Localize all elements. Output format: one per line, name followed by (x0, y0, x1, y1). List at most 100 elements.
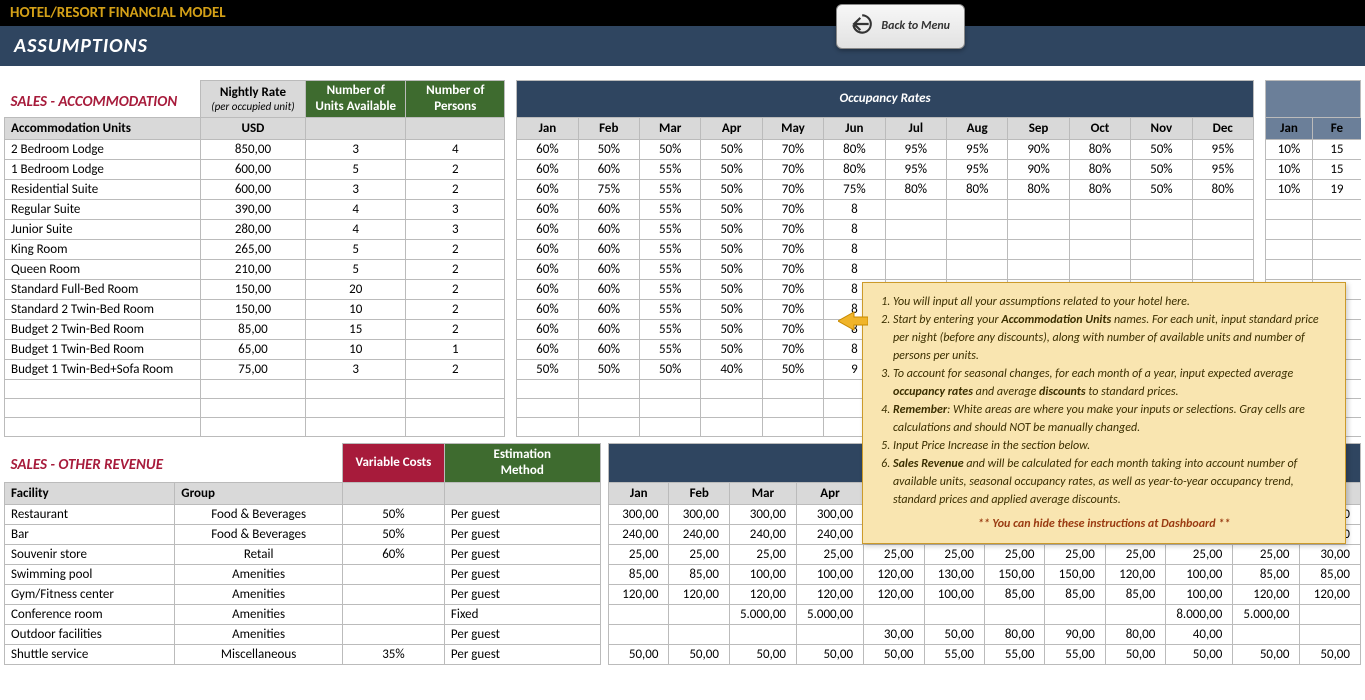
occupancy-cell[interactable]: 95% (885, 139, 946, 159)
revenue-cell[interactable]: 5.000,00 (1233, 604, 1300, 624)
variable-cost-cell[interactable]: 35% (342, 644, 444, 664)
unit-name[interactable]: 2 Bedroom Lodge (5, 139, 201, 159)
unit-name[interactable]: Residential Suite (5, 179, 201, 199)
nightly-rate-cell[interactable]: 600,00 (200, 159, 306, 179)
occupancy-cell[interactable]: 50% (701, 199, 762, 219)
occupancy-cell[interactable]: 60% (517, 139, 578, 159)
occupancy-y2-cell[interactable] (1265, 219, 1313, 239)
group-cell[interactable]: Amenities (175, 604, 343, 624)
occupancy-cell[interactable]: 50% (640, 359, 701, 379)
revenue-cell[interactable]: 40,00 (1166, 624, 1233, 644)
occupancy-cell[interactable] (885, 259, 946, 279)
revenue-cell[interactable]: 8.000,00 (1166, 604, 1233, 624)
revenue-cell[interactable]: 25,00 (669, 544, 729, 564)
revenue-cell[interactable]: 120,00 (669, 584, 729, 604)
revenue-cell[interactable] (984, 604, 1044, 624)
occupancy-cell[interactable] (1192, 239, 1253, 259)
occupancy-cell[interactable]: 40% (701, 359, 762, 379)
occupancy-cell[interactable]: 55% (640, 219, 701, 239)
variable-cost-cell[interactable] (342, 584, 444, 604)
occupancy-cell[interactable]: 90% (1008, 139, 1069, 159)
units-cell[interactable]: 3 (306, 359, 406, 379)
persons-cell[interactable]: 2 (406, 259, 505, 279)
occupancy-cell[interactable]: 80% (1069, 139, 1130, 159)
occupancy-cell[interactable]: 80% (1069, 179, 1130, 199)
units-cell[interactable]: 4 (306, 219, 406, 239)
persons-cell[interactable]: 3 (406, 199, 505, 219)
variable-cost-cell[interactable] (342, 624, 444, 644)
occupancy-cell[interactable]: 60% (578, 339, 639, 359)
revenue-cell[interactable]: 30,00 (864, 624, 924, 644)
revenue-cell[interactable]: 55,00 (924, 644, 984, 664)
persons-cell[interactable]: 2 (406, 159, 505, 179)
facility-cell[interactable]: Conference room (5, 604, 175, 624)
revenue-cell[interactable]: 130,00 (924, 564, 984, 584)
facility-cell[interactable]: Restaurant (5, 504, 175, 524)
revenue-cell[interactable]: 240,00 (797, 524, 864, 544)
revenue-cell[interactable]: 100,00 (924, 584, 984, 604)
variable-cost-cell[interactable]: 50% (342, 524, 444, 544)
revenue-cell[interactable]: 50,00 (1166, 644, 1233, 664)
occupancy-cell[interactable]: 60% (517, 159, 578, 179)
occupancy-cell[interactable]: 55% (640, 299, 701, 319)
group-cell[interactable]: Retail (175, 544, 343, 564)
revenue-cell[interactable] (1233, 624, 1300, 644)
occupancy-cell[interactable]: 70% (762, 199, 823, 219)
occupancy-cell[interactable]: 50% (578, 359, 639, 379)
occupancy-cell[interactable] (946, 239, 1007, 259)
occupancy-y2-cell[interactable] (1313, 199, 1361, 219)
occupancy-cell[interactable] (946, 199, 1007, 219)
occupancy-y2-cell[interactable] (1265, 259, 1313, 279)
revenue-cell[interactable]: 85,00 (1233, 564, 1300, 584)
occupancy-cell[interactable]: 95% (946, 139, 1007, 159)
occupancy-y2-cell[interactable] (1265, 239, 1313, 259)
group-cell[interactable]: Food & Beverages (175, 524, 343, 544)
units-cell[interactable]: 5 (306, 239, 406, 259)
revenue-cell[interactable] (1105, 604, 1165, 624)
nightly-rate-cell[interactable]: 85,00 (200, 319, 306, 339)
occupancy-cell[interactable]: 50% (701, 219, 762, 239)
occupancy-cell[interactable]: 70% (762, 219, 823, 239)
estimation-cell[interactable]: Per guest (444, 504, 600, 524)
units-cell[interactable]: 3 (306, 139, 406, 159)
revenue-cell[interactable]: 120,00 (864, 564, 924, 584)
units-cell[interactable]: 4 (306, 199, 406, 219)
occupancy-cell[interactable]: 50% (1131, 179, 1192, 199)
revenue-cell[interactable]: 300,00 (797, 504, 864, 524)
facility-cell[interactable]: Shuttle service (5, 644, 175, 664)
occupancy-cell[interactable]: 55% (640, 239, 701, 259)
nightly-rate-cell[interactable]: 390,00 (200, 199, 306, 219)
revenue-cell[interactable]: 240,00 (609, 524, 669, 544)
nightly-rate-cell[interactable]: 210,00 (200, 259, 306, 279)
occupancy-cell[interactable] (1131, 239, 1192, 259)
persons-cell[interactable]: 2 (406, 299, 505, 319)
occupancy-cell[interactable]: 70% (762, 319, 823, 339)
revenue-cell[interactable]: 50,00 (669, 644, 729, 664)
occupancy-cell[interactable]: 80% (885, 179, 946, 199)
revenue-cell[interactable]: 50,00 (729, 644, 796, 664)
persons-cell[interactable]: 2 (406, 319, 505, 339)
revenue-cell[interactable]: 25,00 (1233, 544, 1300, 564)
revenue-cell[interactable] (864, 604, 924, 624)
occupancy-cell[interactable]: 50% (701, 339, 762, 359)
persons-cell[interactable]: 4 (406, 139, 505, 159)
revenue-cell[interactable] (1300, 624, 1361, 644)
revenue-cell[interactable]: 300,00 (609, 504, 669, 524)
unit-name[interactable]: Junior Suite (5, 219, 201, 239)
group-cell[interactable]: Food & Beverages (175, 504, 343, 524)
group-cell[interactable]: Miscellaneous (175, 644, 343, 664)
occupancy-cell[interactable]: 8 (824, 239, 885, 259)
revenue-cell[interactable]: 25,00 (797, 544, 864, 564)
occupancy-y2-cell[interactable]: 10% (1265, 159, 1313, 179)
occupancy-cell[interactable] (1008, 259, 1069, 279)
occupancy-cell[interactable] (1069, 199, 1130, 219)
occupancy-cell[interactable]: 70% (762, 339, 823, 359)
occupancy-cell[interactable]: 60% (578, 219, 639, 239)
revenue-cell[interactable]: 240,00 (729, 524, 796, 544)
revenue-cell[interactable] (669, 604, 729, 624)
occupancy-cell[interactable]: 75% (578, 179, 639, 199)
back-to-menu-button[interactable]: Back to Menu (836, 4, 965, 49)
revenue-cell[interactable]: 85,00 (1300, 564, 1361, 584)
revenue-cell[interactable]: 120,00 (864, 584, 924, 604)
occupancy-cell[interactable]: 55% (640, 199, 701, 219)
